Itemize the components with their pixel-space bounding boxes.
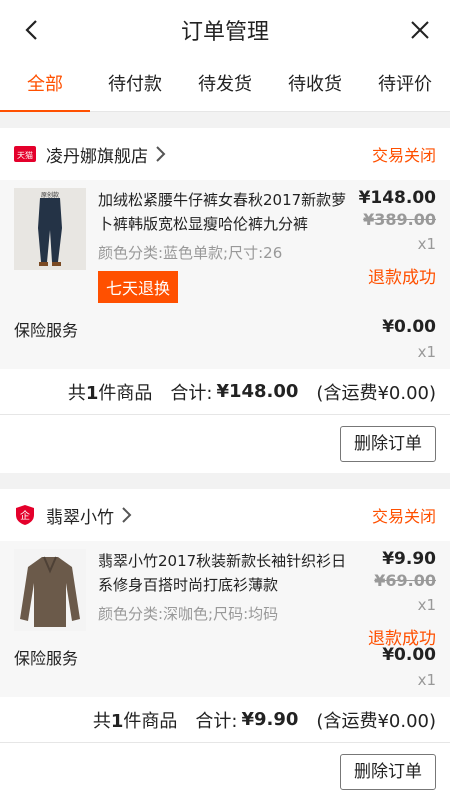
shipping-note: (含运费¥0.00) xyxy=(316,710,436,732)
back-arrow-icon[interactable] xyxy=(18,16,46,44)
shop-row[interactable]: 天猫 凌丹娜旗舰店 交易关闭 xyxy=(0,128,450,180)
total-label: 合计: xyxy=(195,710,238,732)
order-actions: 删除订单 xyxy=(0,415,450,473)
order-card: 企 翡翠小竹 交易关闭 翡翠小竹2017秋装新款长袖针织衫日系修身百搭时尚打底衫… xyxy=(0,489,450,800)
page-title: 订单管理 xyxy=(180,20,269,45)
order-actions: 删除订单 xyxy=(0,743,450,800)
product-sku: 颜色分类:蓝色单款;尺寸:26 xyxy=(98,244,283,262)
product-title[interactable]: 翡翠小竹2017秋装新款长袖针织衫日系修身百搭时尚打底衫薄款 xyxy=(98,549,353,597)
chevron-right-icon xyxy=(122,507,132,523)
tab-pending-review[interactable]: 待评价 xyxy=(360,60,450,111)
order-item[interactable]: 原创款 加绒松紧腰牛仔裤女春秋2017新款萝卜裤韩版宽松显瘦哈伦裤九分裤 颜色分… xyxy=(0,180,450,369)
insurance-label: 保险服务 xyxy=(14,321,79,340)
insurance-label: 保险服务 xyxy=(14,649,79,668)
product-title[interactable]: 加绒松紧腰牛仔裤女春秋2017新款萝卜裤韩版宽松显瘦哈伦裤九分裤 xyxy=(98,188,353,236)
tab-pending-payment[interactable]: 待付款 xyxy=(90,60,180,111)
insurance-quantity: x1 xyxy=(417,343,436,361)
order-summary: 共1件商品 合计: ¥9.90 (含运费¥0.00) xyxy=(0,697,450,743)
item-original-price: ¥389.00 xyxy=(363,210,436,229)
order-status: 交易关闭 xyxy=(371,507,436,526)
shop-row[interactable]: 企 翡翠小竹 交易关闭 xyxy=(0,489,450,541)
total-label: 合计: xyxy=(170,382,213,404)
order-summary: 共1件商品 合计: ¥148.00 (含运费¥0.00) xyxy=(0,369,450,415)
tmall-logo-icon: 天猫 xyxy=(14,144,36,164)
delete-order-button[interactable]: 删除订单 xyxy=(340,426,436,462)
chevron-right-icon xyxy=(156,146,166,162)
item-price: ¥9.90 xyxy=(382,549,436,569)
order-tabs: 全部 待付款 待发货 待收货 待评价 xyxy=(0,60,450,112)
count-prefix: 共 xyxy=(92,710,111,732)
shop-name[interactable]: 凌丹娜旗舰店 xyxy=(46,142,148,167)
item-count: 1 xyxy=(85,382,99,404)
product-image[interactable]: 原创款 xyxy=(14,188,86,270)
delete-order-button[interactable]: 删除订单 xyxy=(340,754,436,790)
refund-status[interactable]: 退款成功 xyxy=(359,263,436,288)
tab-pending-shipment[interactable]: 待发货 xyxy=(180,60,270,111)
product-sku: 颜色分类:深咖色;尺码:均码 xyxy=(98,605,279,623)
shop-name[interactable]: 翡翠小竹 xyxy=(46,503,114,528)
svg-text:天猫: 天猫 xyxy=(17,150,33,160)
item-price: ¥148.00 xyxy=(358,188,436,208)
enterprise-shop-icon: 企 xyxy=(14,505,36,525)
order-status: 交易关闭 xyxy=(371,146,436,165)
count-suffix: 件商品 xyxy=(98,382,153,404)
count-prefix: 共 xyxy=(67,382,86,404)
count-suffix: 件商品 xyxy=(123,710,178,732)
product-image[interactable] xyxy=(14,549,86,631)
order-total: ¥148.00 xyxy=(216,381,299,402)
shipping-note: (含运费¥0.00) xyxy=(316,382,436,404)
svg-text:企: 企 xyxy=(20,509,30,522)
item-count: 1 xyxy=(110,710,124,732)
seven-day-return-badge: 七天退换 xyxy=(98,271,179,303)
svg-text:原创款: 原创款 xyxy=(41,191,59,199)
top-bar: 订单管理 xyxy=(0,0,450,60)
insurance-row: 保险服务 ¥0.00 x1 xyxy=(14,631,436,697)
insurance-row: 保险服务 ¥0.00 x1 xyxy=(14,303,436,369)
tab-all[interactable]: 全部 xyxy=(0,60,90,112)
insurance-quantity: x1 xyxy=(417,671,436,689)
insurance-price: ¥0.00 xyxy=(382,645,436,665)
insurance-price: ¥0.00 xyxy=(382,317,436,337)
item-original-price: ¥69.00 xyxy=(374,571,436,590)
order-total: ¥9.90 xyxy=(241,709,299,730)
order-item[interactable]: 翡翠小竹2017秋装新款长袖针织衫日系修身百搭时尚打底衫薄款 颜色分类:深咖色;… xyxy=(0,541,450,697)
item-quantity: x1 xyxy=(417,596,436,614)
order-card: 天猫 凌丹娜旗舰店 交易关闭 原创款 加绒松紧腰牛仔裤女春秋2017新款萝卜裤韩… xyxy=(0,128,450,473)
close-icon[interactable] xyxy=(406,16,434,44)
item-quantity: x1 xyxy=(417,235,436,253)
tab-pending-receipt[interactable]: 待收货 xyxy=(270,60,360,111)
